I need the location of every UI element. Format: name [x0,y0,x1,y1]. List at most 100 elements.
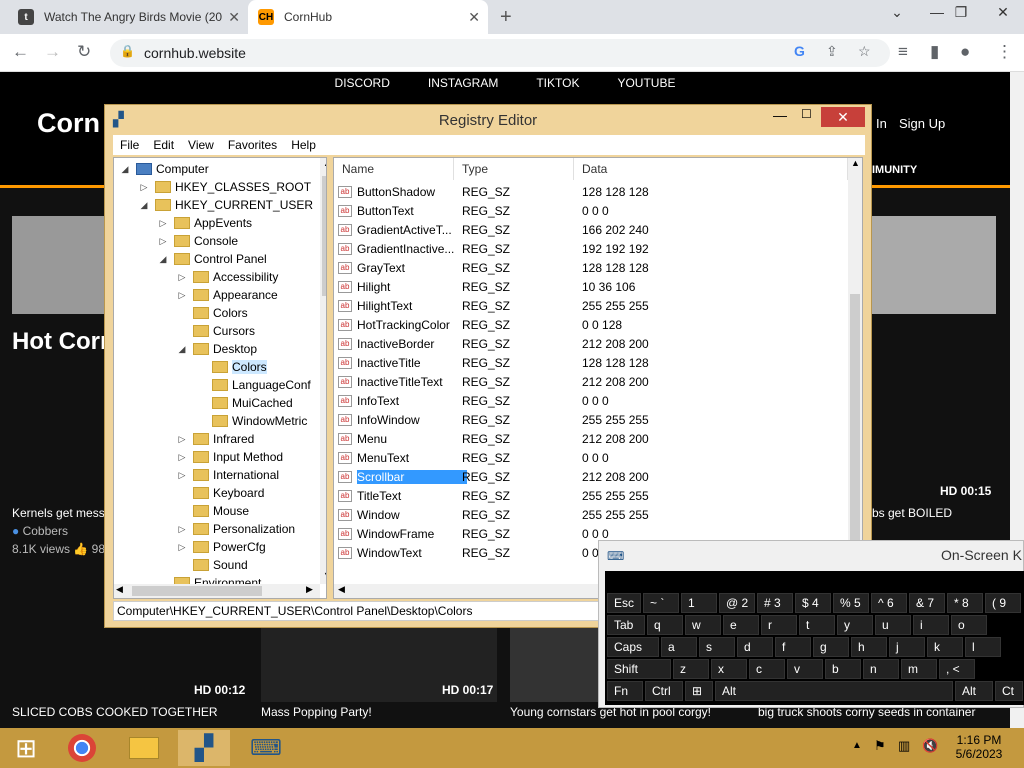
tree-node[interactable]: ▷ International [177,466,280,484]
start-button[interactable]: ⊞ [0,730,52,766]
key[interactable]: ⊞ [685,681,713,701]
video-author[interactable]: ● Cobbers [12,524,68,538]
signin-link[interactable]: In [876,116,887,131]
volume-muted-icon[interactable]: 🔇 [922,738,938,754]
minimize-button[interactable]: — [773,107,787,123]
expand-icon[interactable]: ▷ [177,434,187,445]
forward-icon[interactable]: → [44,42,61,62]
tree-node[interactable]: WindowMetric [196,412,307,430]
tab-search-icon[interactable]: ⌄ [882,4,912,21]
address-bar[interactable]: 🔒 cornhub.website G ⇪ ☆ [110,39,890,67]
expand-icon[interactable]: ◢ [139,200,149,211]
tree-node[interactable]: ◢ HKEY_CURRENT_USER [139,196,314,214]
flag-icon[interactable]: ⚑ [874,738,886,754]
menu-favorites[interactable]: Favorites [228,138,277,152]
key[interactable]: # 3 [757,593,793,613]
key[interactable]: e [723,615,759,635]
site-logo[interactable]: Corn [37,108,100,139]
menu-help[interactable]: Help [291,138,316,152]
value-row[interactable]: ab Scrollbar REG_SZ 212 208 200 [338,467,848,486]
signup-link[interactable]: Sign Up [899,116,945,131]
sidepanel-icon[interactable]: ▮ [930,42,939,62]
tree-node[interactable]: LanguageConf [196,376,311,394]
key[interactable]: Tab [607,615,645,635]
back-icon[interactable]: ← [12,42,29,62]
nav-link[interactable]: TIKTOK [536,76,579,90]
key[interactable]: Alt [955,681,993,701]
expand-icon[interactable]: ◢ [120,164,130,175]
tree-node[interactable]: MuiCached [196,394,293,412]
tree-node[interactable]: ◢ Control Panel [158,250,267,268]
key[interactable]: Caps [607,637,659,657]
nav-link[interactable]: YOUTUBE [617,76,675,90]
video-title[interactable]: Mass Popping Party! [261,705,372,719]
expand-icon[interactable]: ▷ [177,470,187,481]
tree-node[interactable]: Sound [177,556,248,574]
value-row[interactable]: ab InfoWindow REG_SZ 255 255 255 [338,410,848,429]
key[interactable]: x [711,659,747,679]
value-row[interactable]: ab GradientInactive... REG_SZ 192 192 192 [338,239,848,258]
key[interactable]: m [901,659,937,679]
tree-node[interactable]: ▷ Infrared [177,430,255,448]
tree-node[interactable]: Colors [196,358,267,376]
value-row[interactable]: ab TitleText REG_SZ 255 255 255 [338,486,848,505]
tree-node[interactable]: ▷ Personalization [177,520,296,538]
tree-node[interactable]: ▷ AppEvents [158,214,253,232]
key[interactable]: z [673,659,709,679]
value-row[interactable]: ab HilightText REG_SZ 255 255 255 [338,296,848,315]
key[interactable]: n [863,659,899,679]
tree-node[interactable]: ▷ Input Method [177,448,284,466]
osk-taskbar-button[interactable]: ⌨ [240,730,292,766]
explorer-taskbar-button[interactable] [118,730,170,766]
value-row[interactable]: ab GrayText REG_SZ 128 128 128 [338,258,848,277]
tree-node[interactable]: ◢ Desktop [177,340,258,358]
key[interactable]: Ctrl [645,681,683,701]
key[interactable]: h [851,637,887,657]
key[interactable]: , < [939,659,975,679]
value-row[interactable]: ab InfoText REG_SZ 0 0 0 [338,391,848,410]
video-thumbnail[interactable] [872,216,996,314]
key[interactable]: @ 2 [719,593,755,613]
key[interactable]: j [889,637,925,657]
key[interactable]: v [787,659,823,679]
video-title[interactable]: SLICED COBS COOKED TOGETHER [12,705,218,719]
key[interactable]: a [661,637,697,657]
value-row[interactable]: ab Hilight REG_SZ 10 36 106 [338,277,848,296]
tree-node[interactable]: Cursors [177,322,255,340]
expand-icon[interactable]: ◢ [177,344,187,355]
tree-node[interactable]: ▷ Accessibility [177,268,279,286]
menu-edit[interactable]: Edit [153,138,174,152]
tree-node[interactable]: Mouse [177,502,249,520]
key[interactable]: Fn [607,681,643,701]
video-title[interactable]: bs get BOILED [872,506,952,520]
key[interactable]: y [837,615,873,635]
video-thumbnail[interactable] [12,216,108,314]
video-title[interactable]: Kernels get mess [12,506,105,520]
expand-icon[interactable]: ▷ [158,236,168,247]
value-row[interactable]: ab ButtonShadow REG_SZ 128 128 128 [338,182,848,201]
maximize-button[interactable]: ☐ [801,107,812,121]
reload-icon[interactable]: ↻ [77,42,91,62]
key[interactable]: & 7 [909,593,945,613]
key[interactable]: ~ ` [643,593,679,613]
key[interactable]: l [965,637,1001,657]
close-button[interactable]: ✕ [821,107,865,127]
menu-file[interactable]: File [120,138,139,152]
star-icon[interactable]: ☆ [858,43,871,60]
community-link[interactable]: IMUNITY [872,164,917,176]
key[interactable]: Esc [607,593,641,613]
close-tab-icon[interactable]: ✕ [228,9,240,26]
chrome-taskbar-button[interactable] [56,730,108,766]
close-tab-icon[interactable]: ✕ [468,9,480,26]
value-row[interactable]: ab GradientActiveT... REG_SZ 166 202 240 [338,220,848,239]
expand-icon[interactable]: ▷ [139,182,149,193]
list-vertical-scrollbar[interactable]: ▲ [848,158,862,584]
regedit-taskbar-button[interactable]: ▞ [178,730,230,766]
expand-icon[interactable]: ▷ [177,290,187,301]
menu-icon[interactable]: ⋮ [996,42,1013,62]
expand-icon[interactable]: ▷ [158,218,168,229]
tree-node[interactable]: ◢ Computer [120,160,209,178]
tree-node[interactable]: Keyboard [177,484,264,502]
key[interactable]: b [825,659,861,679]
tree-node[interactable]: ▷ HKEY_CLASSES_ROOT [139,178,312,196]
